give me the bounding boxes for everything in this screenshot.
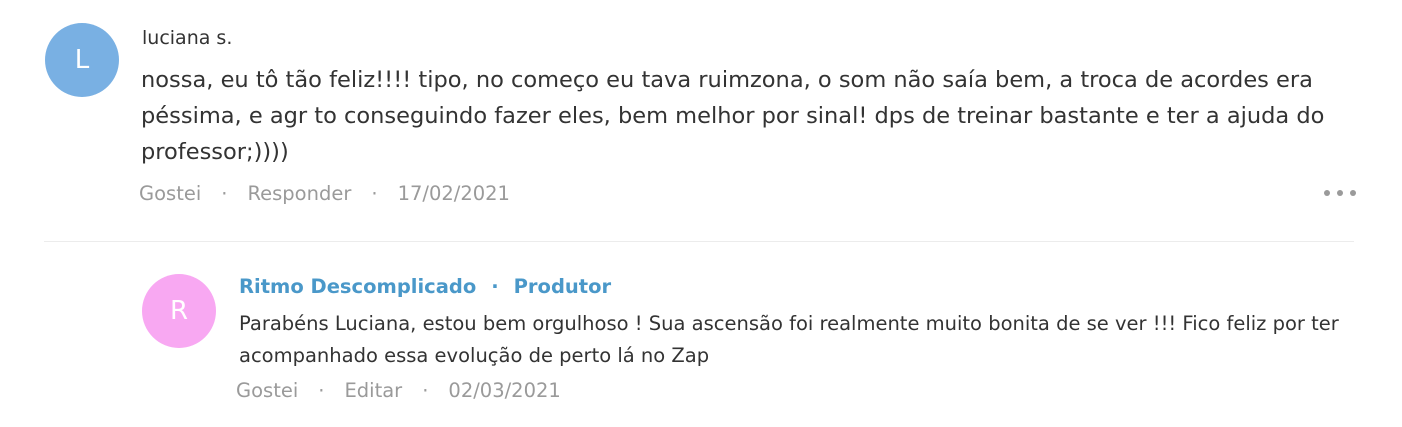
dot — [1350, 190, 1356, 196]
like-button[interactable]: Gostei — [139, 182, 201, 205]
like-button[interactable]: Gostei — [236, 379, 298, 402]
reply-author-link[interactable]: Ritmo Descomplicado — [239, 275, 476, 298]
comment-author: luciana s. — [142, 27, 233, 49]
separator: · — [221, 182, 228, 205]
separator: · — [422, 379, 429, 402]
reply-text: Parabéns Luciana, estou bem orgulhoso ! … — [239, 312, 1339, 367]
avatar-letter: R — [169, 296, 189, 326]
separator: · — [491, 275, 499, 298]
separator: · — [371, 182, 378, 205]
reply-avatar: R — [142, 274, 216, 348]
avatar-letter: L — [74, 45, 90, 75]
comment-actions: Gostei · Responder · 17/02/2021 — [139, 182, 510, 205]
reply-header: Ritmo Descomplicado · Produtor — [239, 275, 611, 298]
reply-button[interactable]: Responder — [247, 182, 351, 205]
dot — [1324, 190, 1330, 196]
comment-thread: L luciana s. nossa, eu tô tão feliz!!!! … — [0, 0, 1402, 427]
comment-date: 17/02/2021 — [397, 182, 510, 205]
reply-actions: Gostei · Editar · 02/03/2021 — [236, 379, 561, 402]
divider — [44, 241, 1354, 242]
comment-text: nossa, eu tô tão feliz!!!! tipo, no come… — [141, 67, 1325, 165]
reply-date: 02/03/2021 — [448, 379, 561, 402]
more-horizontal-icon[interactable] — [1324, 182, 1356, 204]
avatar: L — [45, 23, 119, 97]
dot — [1337, 190, 1343, 196]
separator: · — [318, 379, 325, 402]
edit-button[interactable]: Editar — [344, 379, 402, 402]
producer-badge: Produtor — [513, 275, 612, 298]
